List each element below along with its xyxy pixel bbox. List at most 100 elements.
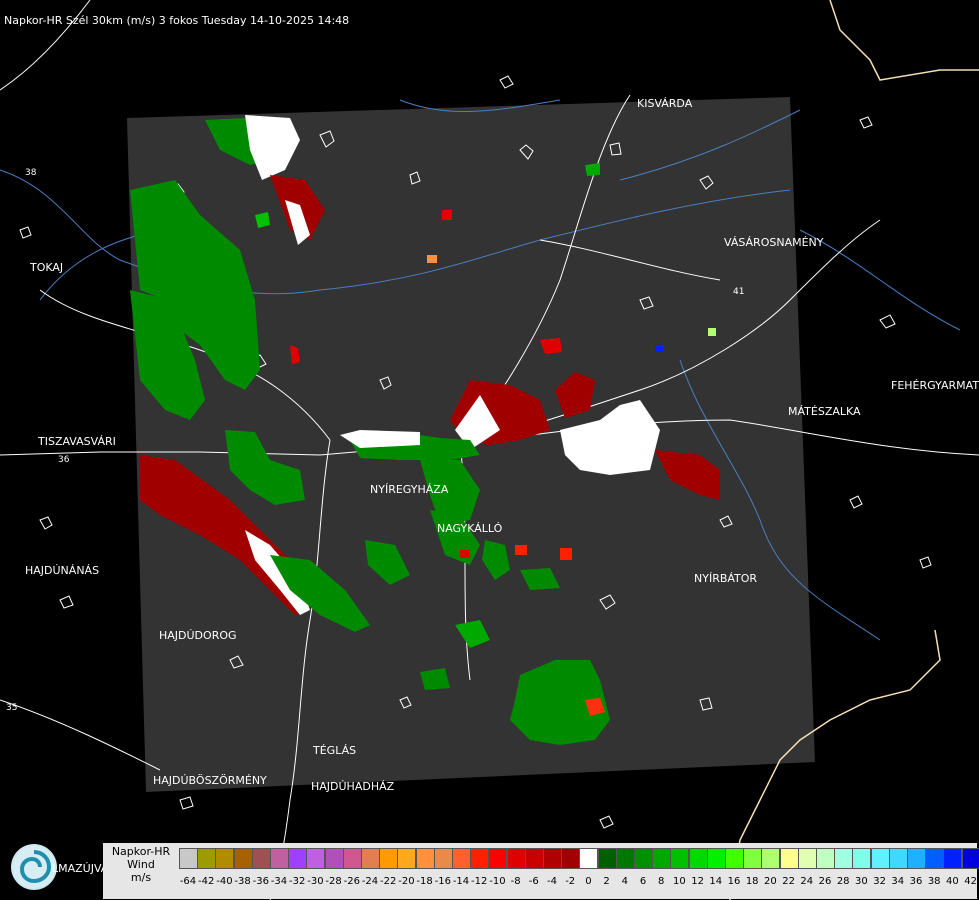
legend-tick-label: -22 (380, 876, 397, 887)
legend-tick-label: 10 (673, 876, 686, 887)
legend-swatch (925, 848, 945, 869)
legend-tick-label: 42 (964, 876, 977, 887)
legend-swatch (433, 848, 453, 869)
legend-swatch (816, 848, 835, 869)
legend-tick-label: 22 (782, 876, 795, 887)
city-label: HAJDÚHADHÁZ (311, 780, 395, 793)
legend-swatch (270, 848, 289, 869)
legend-swatch (342, 848, 362, 869)
road-number: 36 (58, 455, 70, 465)
legend-swatch (852, 848, 872, 869)
legend-swatch (706, 848, 726, 869)
legend-tick-label: -6 (528, 876, 539, 887)
legend-swatch (743, 848, 763, 869)
legend-tick-label: -18 (416, 876, 433, 887)
legend-tick-label: 6 (639, 876, 647, 887)
legend-swatch (725, 848, 744, 869)
legend-tick-label: -32 (289, 876, 306, 887)
legend-tick-label: -38 (234, 876, 251, 887)
legend-tick-label: -42 (198, 876, 215, 887)
legend-swatch (615, 848, 635, 869)
legend-swatch (943, 848, 963, 869)
city-label: NYÍRBÁTOR (694, 572, 758, 585)
legend-tick-label: -12 (471, 876, 488, 887)
legend-tick-label: 28 (836, 876, 850, 887)
legend-swatch (834, 848, 854, 869)
legend-swatch (870, 848, 890, 869)
legend-tick-label: 8 (658, 876, 665, 887)
legend-swatch (233, 848, 253, 869)
legend-tick-label: 36 (909, 876, 923, 887)
legend-tick-label: 32 (873, 876, 886, 887)
legend-swatch (306, 848, 326, 869)
city-label: FEHÉRGYARMAT (891, 379, 979, 392)
road-number: 41 (733, 287, 745, 297)
legend-swatch (961, 848, 979, 869)
legend-tick-label: -24 (361, 876, 379, 887)
legend-tick-label: 34 (891, 876, 905, 887)
legend-title: Napkor-HR Wind m/s (103, 845, 179, 884)
legend-swatch (579, 848, 599, 869)
road-number: 38 (25, 168, 37, 178)
legend-tick-label: 30 (855, 876, 868, 887)
legend-tick-label: 16 (727, 876, 741, 887)
legend-swatch (797, 848, 817, 869)
legend-tick-label: -8 (510, 876, 521, 887)
legend-tick-label: -16 (434, 876, 451, 887)
legend-tick-label: -2 (565, 876, 576, 887)
city-label: NYÍREGYHÁZA (370, 483, 449, 496)
legend-swatch (452, 848, 471, 869)
legend-swatch (488, 848, 508, 869)
city-label: TOKAJ (30, 261, 64, 274)
legend-swatch (361, 848, 380, 869)
color-legend: Napkor-HR Wind m/s -64 -42 -40 -38 -36 -34 -32… (103, 843, 979, 899)
legend-swatch (652, 848, 672, 869)
legend-swatch (561, 848, 581, 869)
legend-tick-label: -64 (179, 876, 197, 887)
city-label: NAGYKÁLLÓ (437, 522, 503, 535)
city-label: KISVÁRDA (637, 97, 693, 110)
legend-tick-label: 0 (585, 876, 592, 887)
legend-swatch (907, 848, 926, 869)
legend-swatch (506, 848, 526, 869)
city-label: HAJDÚNÁNÁS (25, 564, 100, 577)
legend-swatch (761, 848, 781, 869)
legend-swatch (215, 848, 235, 869)
legend-tick-label: -26 (343, 876, 360, 887)
legend-title-line: Napkor-HR (111, 845, 171, 858)
legend-tick-label: 24 (800, 876, 814, 887)
radar-map (0, 0, 979, 900)
legend-tick-label: 12 (691, 876, 704, 887)
legend-swatch (397, 848, 417, 869)
city-label: TISZAVASVÁRI (38, 435, 116, 448)
legend-tick-label: 38 (927, 876, 941, 887)
legend-tick-label: 4 (621, 876, 628, 887)
legend-swatch (779, 848, 799, 869)
legend-tick-label: 18 (745, 876, 759, 887)
city-label: HAJDÚBÖSZÖRMÉNY (153, 774, 267, 787)
logo-icon (11, 844, 57, 890)
legend-swatch (288, 848, 308, 869)
legend-swatch (470, 848, 490, 869)
road-number: 35 (6, 703, 18, 713)
legend-title-line: Wind (127, 858, 155, 871)
city-label: MÁTÉSZALKA (788, 405, 861, 418)
legend-swatch (634, 848, 653, 869)
legend-tick-label: -40 (216, 876, 233, 887)
legend-tick-label: -10 (489, 876, 506, 887)
legend-tick-label: 26 (818, 876, 832, 887)
legend-swatch (379, 848, 399, 869)
legend-swatch (197, 848, 217, 869)
legend-tick-label: -4 (547, 876, 557, 887)
legend-swatch (415, 848, 435, 869)
map-title: Napkor-HR Szél 30km (m/s) 3 fokos Tuesda… (4, 14, 350, 27)
legend-swatch (688, 848, 708, 869)
city-label: HAJDÚDOROG (159, 629, 237, 642)
legend-tick-label: -30 (307, 876, 324, 887)
legend-tick-label: -20 (398, 876, 415, 887)
city-label: TÉGLÁS (313, 744, 357, 757)
legend-tick-label: -36 (252, 876, 269, 887)
legend-swatch (543, 848, 562, 869)
legend-swatch (324, 848, 344, 869)
legend-tick-label: 14 (709, 876, 723, 887)
